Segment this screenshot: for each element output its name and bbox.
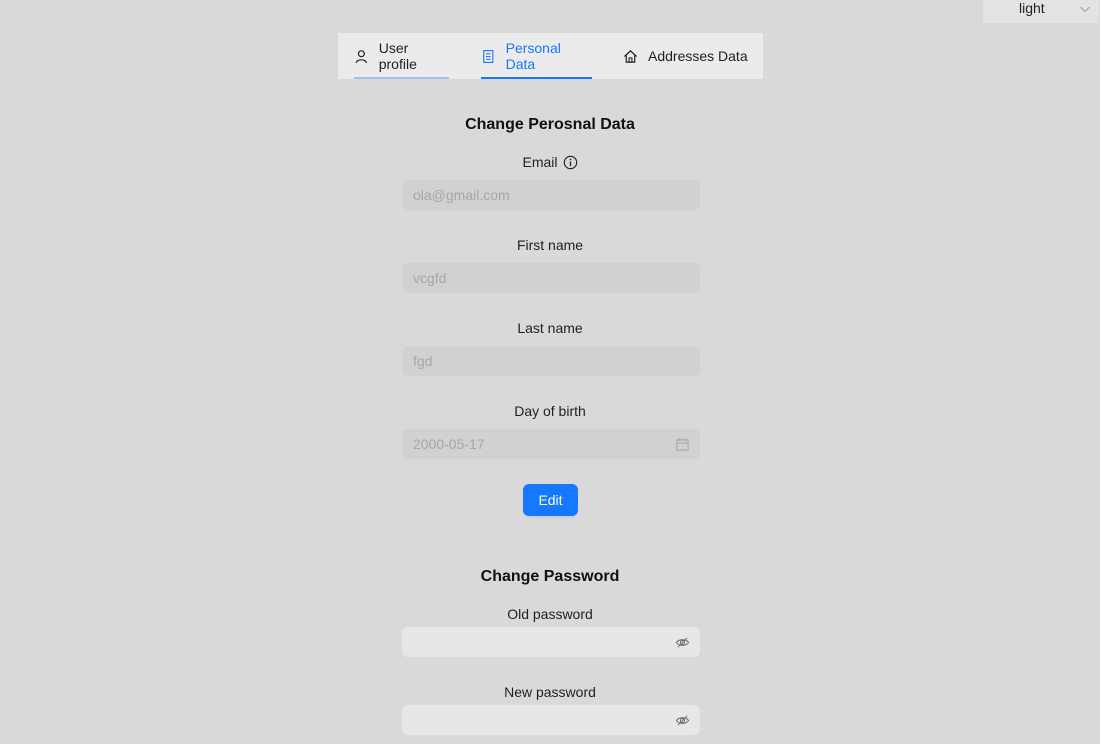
id-card-icon [483, 49, 494, 63]
old-password-field[interactable] [402, 627, 700, 657]
tab-underline [481, 77, 592, 79]
dob-value: 2000-05-17 [413, 436, 485, 452]
home-icon [623, 49, 638, 63]
email-field[interactable]: ola@gmail.com [402, 180, 700, 210]
dob-picker[interactable]: 2000-05-17 [402, 429, 700, 459]
tab-addresses-data[interactable]: Addresses Data [623, 33, 748, 79]
email-value: ola@gmail.com [413, 187, 510, 203]
password-section-title: Change Password [480, 568, 620, 585]
tab-label: User profile [378, 40, 417, 72]
last-name-field[interactable]: fgd [402, 346, 700, 376]
last-name-label: Last name [517, 320, 583, 336]
theme-select-value: light [1019, 0, 1045, 16]
eye-invisible-icon[interactable] [675, 713, 690, 728]
email-label-text: Email [522, 154, 558, 170]
new-password-label: New password [504, 684, 596, 700]
old-password-label: Old password [507, 606, 593, 622]
eye-invisible-icon[interactable] [675, 635, 690, 650]
tab-user-profile[interactable]: User profile [354, 33, 449, 79]
tab-label: Personal Data [505, 40, 561, 72]
page: light User profile Personal Data Address… [0, 0, 1100, 744]
info-icon[interactable] [563, 155, 578, 170]
tab-label: Addresses Data [648, 48, 748, 64]
first-name-field[interactable]: vcgfd [402, 263, 700, 293]
first-name-label: First name [516, 237, 584, 253]
personal-section-title: Change Perosnal Data [465, 116, 635, 133]
tab-underline [354, 77, 449, 79]
chevron-down-icon [1080, 6, 1090, 13]
edit-button[interactable]: Edit [523, 484, 578, 516]
email-label: Email [0, 154, 1100, 170]
last-name-value: fgd [413, 353, 433, 369]
new-password-field[interactable] [402, 705, 700, 735]
calendar-icon[interactable] [675, 437, 690, 452]
dob-label: Day of birth [514, 403, 586, 419]
tab-bar: User profile Personal Data Addresses Dat… [338, 33, 763, 79]
tab-personal-data[interactable]: Personal Data [481, 33, 592, 79]
first-name-value: vcgfd [413, 270, 447, 286]
theme-select[interactable]: light [983, 0, 1099, 23]
user-icon [355, 49, 368, 63]
